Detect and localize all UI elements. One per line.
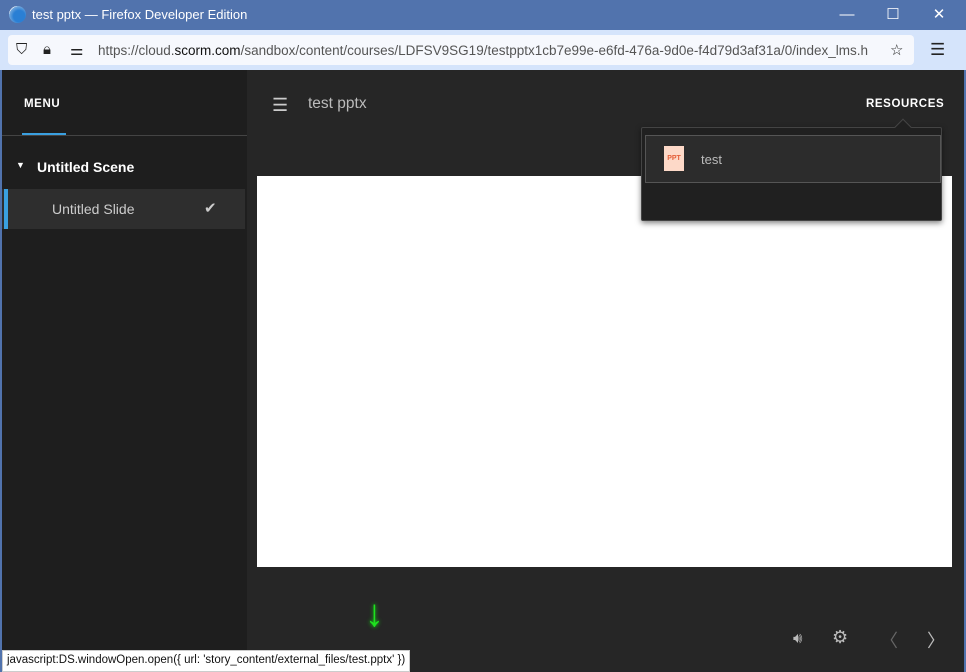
menu-tab[interactable]: MENU (2, 70, 247, 136)
status-bar-link: javascript:DS.windowOpen.open({ url: 'st… (2, 650, 411, 672)
scene-label: Untitled Scene (37, 159, 135, 175)
caret-down-icon: ▼ (16, 160, 25, 170)
close-button[interactable]: ✕ (924, 4, 954, 26)
resource-label: test (701, 152, 722, 167)
window-titlebar: test pptx — Firefox Developer Edition — … (0, 0, 966, 30)
dropdown-caret (894, 118, 912, 136)
sidebar: MENU ▼ Untitled Scene Untitled Slide ✔ (2, 70, 247, 672)
window-title: test pptx — Firefox Developer Edition (32, 7, 248, 22)
next-button[interactable]: 〉 (927, 627, 945, 653)
firefox-icon (9, 6, 26, 23)
minimize-button[interactable]: — (832, 4, 862, 26)
resources-dropdown: PPT test (641, 118, 942, 221)
settings-gear-icon[interactable]: ⚙ (832, 627, 848, 648)
course-title: test pptx (308, 95, 367, 112)
slide-item[interactable]: Untitled Slide ✔ (2, 189, 245, 229)
shield-icon[interactable]: ⛉ (16, 41, 27, 58)
scene-item[interactable]: ▼ Untitled Scene (2, 150, 247, 185)
menu-label: MENU (24, 98, 61, 110)
course-player: MENU ▼ Untitled Scene Untitled Slide ✔ ☰… (2, 70, 964, 672)
bookmark-star-icon[interactable]: ☆ (890, 41, 903, 59)
resources-button[interactable]: RESOURCES (866, 98, 944, 110)
browser-toolbar: ⛉ 🔒︎ ⚌ https://cloud.scorm.com/sandbox/c… (0, 30, 966, 70)
volume-icon[interactable]: 🔊︎ (793, 630, 802, 647)
url-text[interactable]: https://cloud.scorm.com/sandbox/content/… (98, 43, 893, 58)
maximize-button[interactable]: ☐ (878, 4, 908, 26)
green-arrow-annotation: ↓ (365, 593, 384, 635)
ppt-file-icon: PPT (664, 146, 684, 171)
slide-canvas (257, 176, 952, 567)
permissions-icon[interactable]: ⚌ (70, 41, 83, 59)
prev-button[interactable]: 〈 (880, 627, 898, 653)
url-bar[interactable]: ⛉ 🔒︎ ⚌ https://cloud.scorm.com/sandbox/c… (8, 35, 914, 65)
check-icon: ✔ (204, 200, 217, 217)
slide-label: Untitled Slide (52, 201, 135, 217)
app-menu-icon[interactable]: ☰ (930, 40, 945, 60)
active-indicator (4, 189, 8, 229)
resource-item[interactable]: PPT test (645, 135, 941, 183)
hamburger-icon[interactable]: ☰ (272, 95, 288, 116)
lock-icon[interactable]: 🔒︎ (43, 41, 51, 58)
menu-tab-indicator (22, 133, 66, 135)
